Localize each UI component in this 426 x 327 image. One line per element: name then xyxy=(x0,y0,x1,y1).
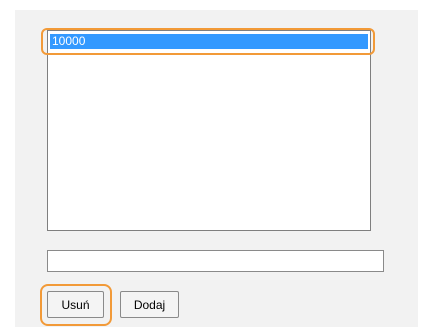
port-listbox[interactable]: 10000 xyxy=(47,30,371,231)
add-button[interactable]: Dodaj xyxy=(120,291,179,318)
value-input[interactable] xyxy=(47,250,384,272)
list-item-selected[interactable]: 10000 xyxy=(50,34,368,49)
remove-button[interactable]: Usuń xyxy=(47,291,104,318)
